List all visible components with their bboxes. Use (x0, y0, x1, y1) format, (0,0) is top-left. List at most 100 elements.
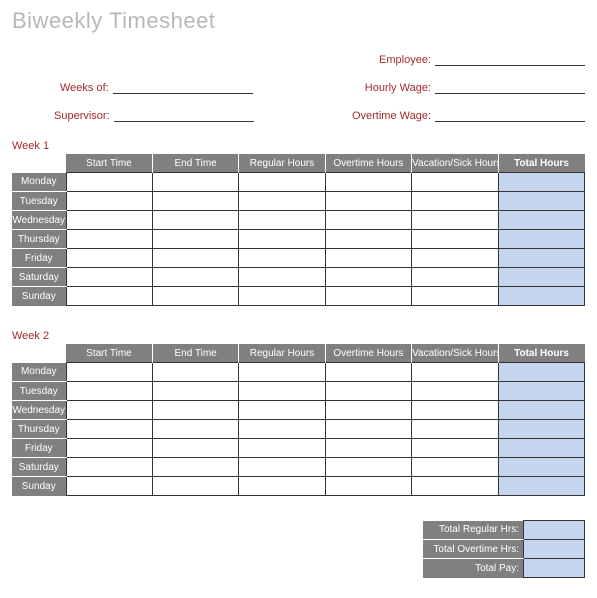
cell-regular[interactable] (239, 382, 325, 401)
cell-vacation[interactable] (412, 458, 498, 477)
supervisor-field[interactable] (114, 107, 254, 122)
day-label: Tuesday (12, 382, 66, 401)
cell-total (498, 382, 584, 401)
day-label: Wednesday (12, 211, 66, 230)
week1-block: Week 1 Start Time End Time Regular Hours… (12, 140, 585, 306)
cell-end[interactable] (152, 439, 238, 458)
cell-overtime[interactable] (325, 458, 411, 477)
cell-start[interactable] (66, 173, 152, 192)
cell-end[interactable] (152, 401, 238, 420)
total-pay-label: Total Pay: (423, 559, 524, 578)
cell-regular[interactable] (239, 420, 325, 439)
cell-start[interactable] (66, 211, 152, 230)
weeks-of-field[interactable] (113, 79, 253, 94)
week1-label: Week 1 (12, 140, 585, 152)
cell-regular[interactable] (239, 458, 325, 477)
cell-overtime[interactable] (325, 173, 411, 192)
cell-end[interactable] (152, 268, 238, 287)
total-overtime-value (524, 540, 585, 559)
cell-end[interactable] (152, 173, 238, 192)
cell-overtime[interactable] (325, 401, 411, 420)
cell-vacation[interactable] (412, 401, 498, 420)
cell-vacation[interactable] (412, 477, 498, 496)
day-label: Friday (12, 249, 66, 268)
cell-vacation[interactable] (412, 211, 498, 230)
cell-start[interactable] (66, 363, 152, 382)
cell-start[interactable] (66, 458, 152, 477)
cell-end[interactable] (152, 192, 238, 211)
cell-regular[interactable] (239, 363, 325, 382)
cell-regular[interactable] (239, 211, 325, 230)
cell-start[interactable] (66, 439, 152, 458)
cell-total (498, 439, 584, 458)
hourly-wage-field[interactable] (435, 79, 585, 94)
cell-vacation[interactable] (412, 287, 498, 306)
cell-vacation[interactable] (412, 268, 498, 287)
week1-table: Start Time End Time Regular Hours Overti… (12, 154, 585, 306)
overtime-wage-field[interactable] (435, 107, 585, 122)
table-row: Friday (12, 249, 585, 268)
week2-table: Start Time End Time Regular Hours Overti… (12, 344, 585, 496)
cell-end[interactable] (152, 458, 238, 477)
cell-overtime[interactable] (325, 287, 411, 306)
cell-overtime[interactable] (325, 439, 411, 458)
cell-vacation[interactable] (412, 192, 498, 211)
cell-regular[interactable] (239, 192, 325, 211)
col-regular: Regular Hours (239, 344, 325, 363)
cell-vacation[interactable] (412, 439, 498, 458)
day-label: Saturday (12, 268, 66, 287)
cell-end[interactable] (152, 249, 238, 268)
cell-overtime[interactable] (325, 249, 411, 268)
cell-overtime[interactable] (325, 211, 411, 230)
cell-end[interactable] (152, 382, 238, 401)
cell-overtime[interactable] (325, 420, 411, 439)
cell-end[interactable] (152, 420, 238, 439)
cell-end[interactable] (152, 211, 238, 230)
cell-start[interactable] (66, 192, 152, 211)
cell-total (498, 420, 584, 439)
col-total: Total Hours (498, 154, 584, 173)
cell-overtime[interactable] (325, 268, 411, 287)
day-label: Sunday (12, 287, 66, 306)
employee-field[interactable] (435, 51, 585, 66)
cell-vacation[interactable] (412, 230, 498, 249)
table-row: Sunday (12, 287, 585, 306)
cell-start[interactable] (66, 382, 152, 401)
cell-regular[interactable] (239, 477, 325, 496)
cell-total (498, 287, 584, 306)
col-overtime: Overtime Hours (325, 154, 411, 173)
total-overtime-label: Total Overtime Hrs: (423, 540, 524, 559)
cell-regular[interactable] (239, 173, 325, 192)
col-regular: Regular Hours (239, 154, 325, 173)
cell-start[interactable] (66, 287, 152, 306)
cell-regular[interactable] (239, 268, 325, 287)
cell-end[interactable] (152, 230, 238, 249)
cell-start[interactable] (66, 420, 152, 439)
cell-end[interactable] (152, 477, 238, 496)
cell-overtime[interactable] (325, 363, 411, 382)
table-row: Monday (12, 363, 585, 382)
cell-end[interactable] (152, 287, 238, 306)
cell-overtime[interactable] (325, 382, 411, 401)
cell-start[interactable] (66, 249, 152, 268)
cell-end[interactable] (152, 363, 238, 382)
cell-regular[interactable] (239, 249, 325, 268)
cell-start[interactable] (66, 230, 152, 249)
cell-regular[interactable] (239, 439, 325, 458)
cell-regular[interactable] (239, 230, 325, 249)
cell-overtime[interactable] (325, 192, 411, 211)
cell-overtime[interactable] (325, 477, 411, 496)
cell-vacation[interactable] (412, 420, 498, 439)
cell-overtime[interactable] (325, 230, 411, 249)
cell-vacation[interactable] (412, 173, 498, 192)
cell-regular[interactable] (239, 401, 325, 420)
cell-vacation[interactable] (412, 249, 498, 268)
cell-start[interactable] (66, 477, 152, 496)
cell-total (498, 458, 584, 477)
cell-start[interactable] (66, 268, 152, 287)
cell-vacation[interactable] (412, 363, 498, 382)
header-fields: Employee: Weeks of: Hourly Wage: Supervi… (12, 44, 585, 122)
cell-start[interactable] (66, 401, 152, 420)
cell-regular[interactable] (239, 287, 325, 306)
cell-vacation[interactable] (412, 382, 498, 401)
